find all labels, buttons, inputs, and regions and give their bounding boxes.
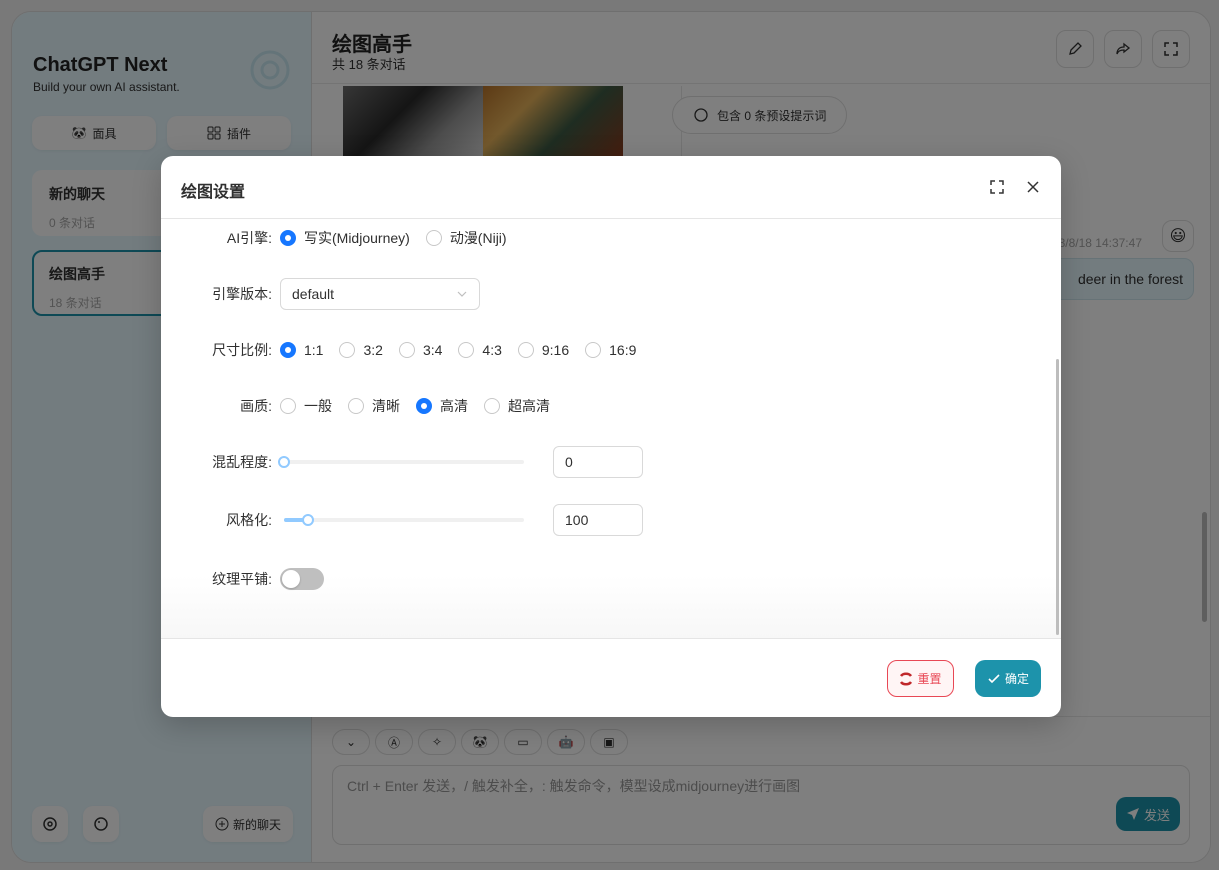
stylize-value: 100 — [565, 512, 589, 528]
slider-rail — [284, 460, 524, 464]
version-label: 引擎版本: — [212, 286, 272, 302]
stylize-label: 风格化: — [226, 512, 272, 528]
draw-settings-modal: 绘图设置 AI引擎: 写实(Midjourney) 动漫(Niji) 引擎版本:… — [161, 156, 1061, 717]
option-label: 写实(Midjourney) — [304, 230, 410, 246]
radio-button[interactable] — [348, 398, 364, 414]
reset-button[interactable]: 重置 — [887, 660, 954, 697]
ratio-option[interactable]: 3:2 — [339, 342, 383, 358]
ratio-label: 尺寸比例: — [212, 342, 272, 358]
close-icon — [1027, 181, 1039, 193]
radio-button[interactable] — [425, 230, 442, 246]
engine-option-midjourney[interactable]: 写实(Midjourney) — [280, 228, 410, 248]
slider-rail — [284, 518, 524, 522]
tile-label: 纹理平铺: — [212, 571, 272, 587]
quality-label: 画质: — [240, 398, 272, 414]
radio-button[interactable] — [339, 342, 356, 358]
stylize-row: 风格化: 100 — [161, 504, 1061, 536]
option-label: 高清 — [440, 398, 468, 414]
option-label: 3:4 — [422, 342, 443, 358]
version-row: 引擎版本: default — [161, 278, 1061, 310]
modal-close-button[interactable] — [1022, 176, 1044, 198]
slider-handle[interactable] — [302, 514, 314, 526]
engine-label: AI引擎: — [226, 230, 272, 246]
radio-button[interactable] — [458, 342, 475, 358]
ratio-option[interactable]: 4:3 — [458, 342, 502, 358]
chaos-row: 混乱程度: 0 — [161, 446, 1061, 478]
quality-row: 画质: 一般 清晰 高清 超高清 — [161, 390, 1061, 422]
option-label: 动漫(Niji) — [449, 230, 507, 246]
check-icon — [988, 673, 1000, 683]
radio-button[interactable] — [416, 398, 432, 414]
ratio-row: 尺寸比例: 1:1 3:2 3:4 4:3 9:16 16:9 — [161, 334, 1061, 366]
radio-button[interactable] — [517, 342, 534, 358]
chevron-down-icon — [457, 291, 467, 297]
option-label: 超高清 — [508, 398, 550, 414]
confirm-label: 确定 — [1004, 672, 1029, 686]
chaos-label: 混乱程度: — [212, 454, 272, 470]
switch-knob — [282, 570, 300, 588]
option-label: 一般 — [304, 398, 332, 414]
quality-option[interactable]: 一般 — [280, 396, 332, 416]
chaos-value: 0 — [565, 454, 573, 470]
quality-option[interactable]: 超高清 — [484, 396, 550, 416]
radio-button[interactable] — [585, 342, 602, 358]
ratio-option[interactable]: 9:16 — [517, 342, 570, 358]
modal-body: AI引擎: 写实(Midjourney) 动漫(Niji) 引擎版本: defa… — [161, 219, 1061, 638]
version-select[interactable]: default — [280, 278, 480, 310]
modal-header: 绘图设置 — [161, 156, 1061, 219]
option-label: 4:3 — [482, 342, 502, 358]
option-label: 9:16 — [541, 342, 570, 358]
quality-option[interactable]: 高清 — [416, 396, 468, 416]
radio-button[interactable] — [280, 342, 296, 358]
version-value: default — [292, 286, 335, 302]
radio-button[interactable] — [484, 398, 500, 414]
tile-row: 纹理平铺: — [161, 563, 1061, 595]
modal-maximize-button[interactable] — [986, 176, 1008, 198]
engine-row: AI引擎: 写实(Midjourney) 动漫(Niji) — [161, 222, 1061, 254]
radio-button[interactable] — [280, 398, 296, 414]
stylize-slider[interactable] — [284, 513, 524, 527]
slider-handle[interactable] — [278, 456, 290, 468]
stylize-input[interactable]: 100 — [553, 504, 643, 536]
chaos-slider[interactable] — [278, 455, 524, 469]
option-label: 16:9 — [609, 342, 637, 358]
modal-scrollbar[interactable] — [1056, 359, 1059, 635]
radio-button[interactable] — [280, 230, 296, 246]
quality-option[interactable]: 清晰 — [348, 396, 400, 416]
ratio-option[interactable]: 16:9 — [585, 342, 636, 358]
option-label: 1:1 — [304, 342, 324, 358]
ratio-option[interactable]: 1:1 — [280, 342, 323, 358]
expand-icon — [990, 180, 1004, 194]
reset-label: 重置 — [917, 672, 942, 686]
radio-button[interactable] — [398, 342, 415, 358]
option-label: 3:2 — [363, 342, 383, 358]
tile-switch[interactable] — [280, 568, 324, 590]
modal-footer: 重置 确定 — [161, 638, 1061, 717]
chaos-input[interactable]: 0 — [553, 446, 643, 478]
option-label: 清晰 — [372, 398, 400, 414]
confirm-button[interactable]: 确定 — [975, 660, 1041, 697]
ratio-option[interactable]: 3:4 — [398, 342, 443, 358]
modal-title: 绘图设置 — [181, 184, 246, 201]
reset-icon — [900, 672, 913, 685]
engine-option-niji[interactable]: 动漫(Niji) — [425, 228, 507, 248]
